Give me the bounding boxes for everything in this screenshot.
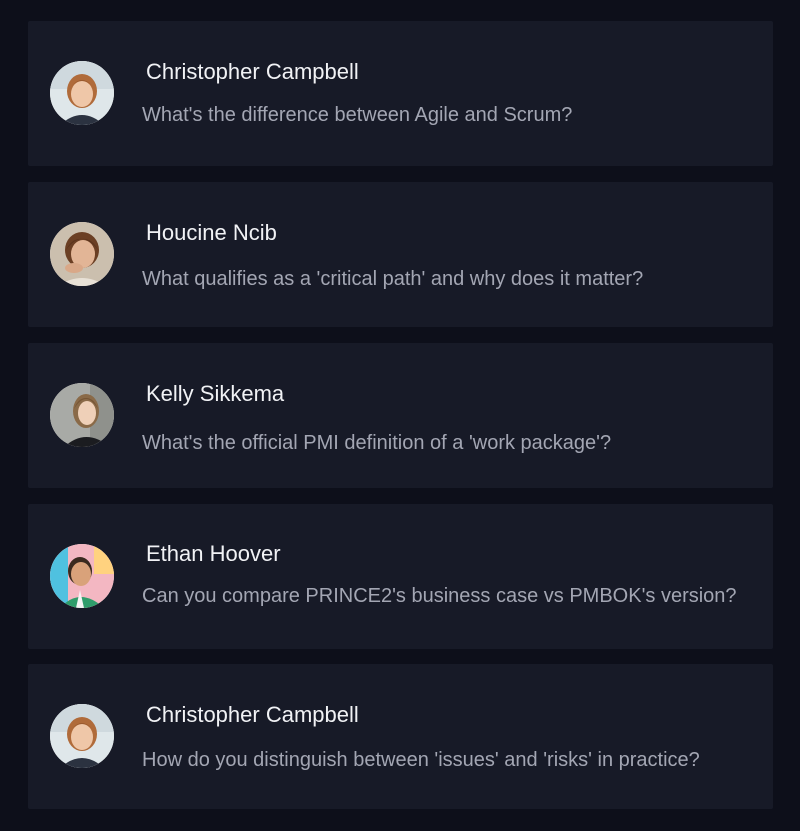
question-text: Can you compare PRINCE2's business case …: [142, 585, 737, 607]
user-portrait-icon: [50, 222, 114, 286]
conversation-card[interactable]: Christopher Campbell What's the differen…: [28, 21, 773, 166]
avatar: [50, 544, 114, 608]
author-name: Kelly Sikkema: [146, 381, 285, 406]
avatar: [50, 383, 114, 447]
avatar: [50, 61, 114, 125]
conversation-card[interactable]: Houcine Ncib What qualifies as a 'critic…: [28, 182, 773, 327]
question-text: What's the difference between Agile and …: [142, 104, 573, 126]
conversation-card[interactable]: Ethan Hoover Can you compare PRINCE2's b…: [28, 504, 773, 649]
question-text: What's the official PMI definition of a …: [142, 432, 612, 454]
avatar: [50, 222, 114, 286]
author-name: Houcine Ncib: [146, 220, 277, 245]
user-portrait-icon: [50, 383, 114, 447]
author-name: Christopher Campbell: [146, 702, 359, 727]
avatar: [50, 704, 114, 768]
user-portrait-icon: [50, 544, 114, 608]
author-name: Christopher Campbell: [146, 59, 359, 84]
conversation-list: Christopher Campbell What's the differen…: [0, 0, 800, 831]
author-name: Ethan Hoover: [146, 541, 281, 566]
conversation-card[interactable]: Christopher Campbell How do you distingu…: [28, 664, 773, 809]
conversation-card[interactable]: Kelly Sikkema What's the official PMI de…: [28, 343, 773, 488]
user-portrait-icon: [50, 704, 114, 768]
question-text: What qualifies as a 'critical path' and …: [142, 268, 644, 290]
question-text: How do you distinguish between 'issues' …: [142, 749, 700, 771]
user-portrait-icon: [50, 61, 114, 125]
